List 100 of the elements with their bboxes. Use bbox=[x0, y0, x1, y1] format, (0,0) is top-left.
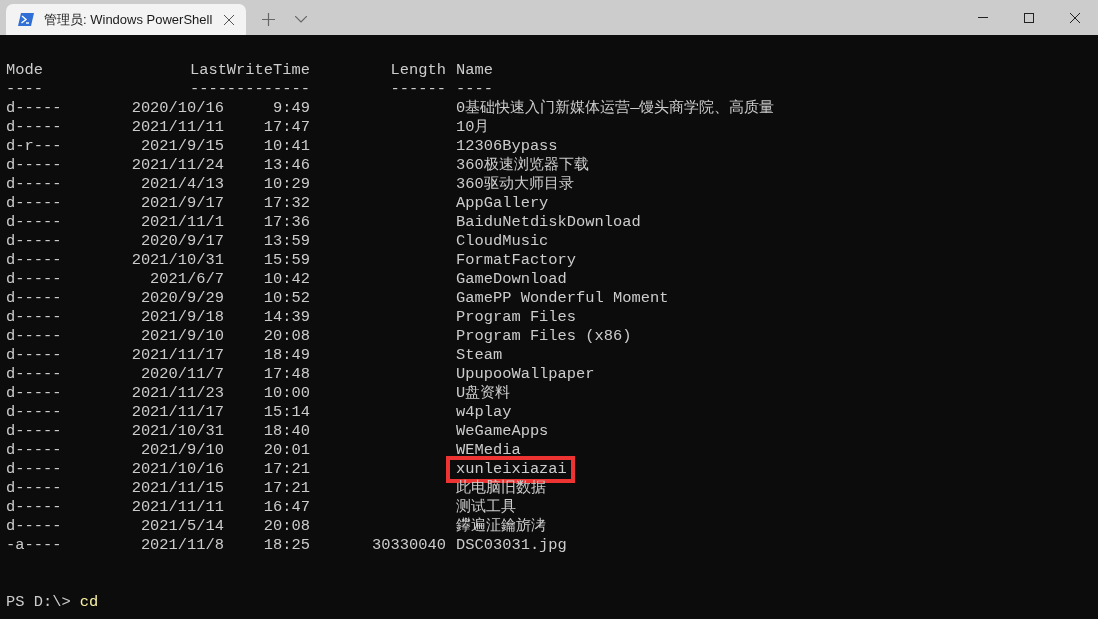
time-text: 13:46 bbox=[263, 156, 310, 174]
file-name: xunleixiazai bbox=[456, 460, 567, 478]
date-text: 2021/11/17 bbox=[131, 346, 224, 364]
close-icon[interactable] bbox=[224, 14, 234, 25]
file-name: 10月 bbox=[456, 118, 490, 136]
column-header: Length bbox=[390, 61, 446, 79]
maximize-icon bbox=[1024, 12, 1034, 23]
file-name: 360驱动大师目录 bbox=[456, 175, 574, 193]
dropdown-icon[interactable] bbox=[295, 16, 307, 23]
date-text: 2020/9/29 bbox=[140, 289, 224, 307]
date-text: 2021/11/17 bbox=[131, 403, 224, 421]
file-name: CloudMusic bbox=[456, 232, 549, 250]
mode-text: d----- bbox=[6, 498, 62, 516]
close-icon bbox=[1070, 12, 1080, 23]
command-text: cd bbox=[79, 593, 99, 612]
file-name: w4play bbox=[456, 403, 512, 421]
file-name: U盘资料 bbox=[456, 384, 511, 402]
time-text: 17:48 bbox=[263, 365, 310, 383]
date-text: 2021/11/1 bbox=[140, 213, 224, 231]
file-name: UpupooWallpaper bbox=[456, 365, 595, 383]
date-text: 2021/10/31 bbox=[131, 422, 224, 440]
mode-text: d----- bbox=[6, 156, 62, 174]
file-name: BaiduNetdiskDownload bbox=[456, 213, 641, 231]
mode-text: d----- bbox=[6, 403, 62, 421]
mode-text: d----- bbox=[6, 99, 62, 117]
header-rule: ------------- bbox=[189, 80, 310, 98]
mode-text: d----- bbox=[6, 460, 62, 478]
length-text: 30330040 bbox=[372, 536, 446, 554]
column-header: Mode bbox=[6, 61, 43, 79]
date-text: 2021/9/15 bbox=[140, 137, 224, 155]
mode-text: d----- bbox=[6, 251, 62, 269]
file-name: 测试工具 bbox=[456, 498, 516, 516]
time-text: 16:47 bbox=[263, 498, 310, 516]
new-tab-icon[interactable] bbox=[262, 13, 275, 26]
mode-text: d----- bbox=[6, 213, 62, 231]
mode-text: d----- bbox=[6, 289, 62, 307]
file-name: WeGameApps bbox=[456, 422, 549, 440]
time-text: 15:59 bbox=[263, 251, 310, 269]
minimize-icon bbox=[978, 17, 988, 18]
file-name: GameDownload bbox=[456, 270, 567, 288]
file-name: WEMedia bbox=[456, 441, 521, 459]
date-text: 2020/9/17 bbox=[140, 232, 224, 250]
powershell-icon bbox=[18, 13, 34, 26]
file-name: 0基础快速入门新媒体运营—馒头商学院、高质量 bbox=[456, 99, 775, 117]
file-name: FormatFactory bbox=[456, 251, 577, 269]
date-text: 2021/11/24 bbox=[131, 156, 224, 174]
time-text: 10:42 bbox=[263, 270, 310, 288]
header-rule: ---- bbox=[6, 80, 43, 98]
mode-text: d----- bbox=[6, 232, 62, 250]
date-text: 2021/4/13 bbox=[140, 175, 224, 193]
date-text: 2021/9/10 bbox=[140, 327, 224, 345]
date-text: 2021/11/23 bbox=[131, 384, 224, 402]
date-text: 2021/9/10 bbox=[140, 441, 224, 459]
date-text: 2021/9/17 bbox=[140, 194, 224, 212]
mode-text: d----- bbox=[6, 308, 62, 326]
prompt-text: PS D:\> bbox=[6, 593, 71, 612]
time-text: 9:49 bbox=[273, 99, 310, 117]
time-text: 10:41 bbox=[263, 137, 310, 155]
date-text: 2021/11/8 bbox=[140, 536, 224, 554]
file-name: Program Files (x86) bbox=[456, 327, 632, 345]
time-text: 20:01 bbox=[263, 441, 310, 459]
header-rule: ------ bbox=[390, 80, 446, 98]
date-text: 2020/10/16 bbox=[131, 99, 224, 117]
date-text: 2021/11/11 bbox=[131, 498, 224, 516]
time-text: 13:59 bbox=[263, 232, 310, 250]
mode-text: d----- bbox=[6, 346, 62, 364]
date-text: 2021/11/15 bbox=[131, 479, 224, 497]
mode-text: -a---- bbox=[6, 536, 62, 554]
file-name: 此电脑旧数据 bbox=[456, 479, 546, 497]
file-name: AppGallery bbox=[456, 194, 549, 212]
date-text: 2021/9/18 bbox=[140, 308, 224, 326]
time-text: 18:40 bbox=[263, 422, 310, 440]
time-text: 20:08 bbox=[263, 517, 310, 535]
mode-text: d----- bbox=[6, 194, 62, 212]
tab-title: 管理员: Windows PowerShell bbox=[44, 10, 214, 29]
time-text: 10:52 bbox=[263, 289, 310, 307]
date-text: 2021/10/16 bbox=[131, 460, 224, 478]
mode-text: d----- bbox=[6, 175, 62, 193]
date-text: 2021/5/14 bbox=[140, 517, 224, 535]
file-name: GamePP Wonderful Moment bbox=[456, 289, 669, 307]
date-text: 2021/6/7 bbox=[150, 270, 224, 288]
time-text: 17:32 bbox=[263, 194, 310, 212]
time-text: 17:21 bbox=[263, 479, 310, 497]
file-name: Program Files bbox=[456, 308, 577, 326]
file-name: DSC03031.jpg bbox=[456, 536, 567, 554]
header-rule: ---- bbox=[456, 80, 493, 98]
time-text: 15:14 bbox=[263, 403, 310, 421]
mode-text: d----- bbox=[6, 365, 62, 383]
time-text: 10:29 bbox=[263, 175, 310, 193]
time-text: 18:25 bbox=[263, 536, 310, 554]
time-text: 17:36 bbox=[263, 213, 310, 231]
time-text: 14:39 bbox=[263, 308, 310, 326]
mode-text: d-r--- bbox=[6, 137, 62, 155]
time-text: 17:21 bbox=[263, 460, 310, 478]
mode-text: d----- bbox=[6, 270, 62, 288]
column-header: Name bbox=[456, 61, 493, 79]
tab[interactable]: 管理员: Windows PowerShell bbox=[6, 4, 246, 35]
time-text: 10:00 bbox=[263, 384, 310, 402]
mode-text: d----- bbox=[6, 479, 62, 497]
mode-text: d----- bbox=[6, 441, 62, 459]
